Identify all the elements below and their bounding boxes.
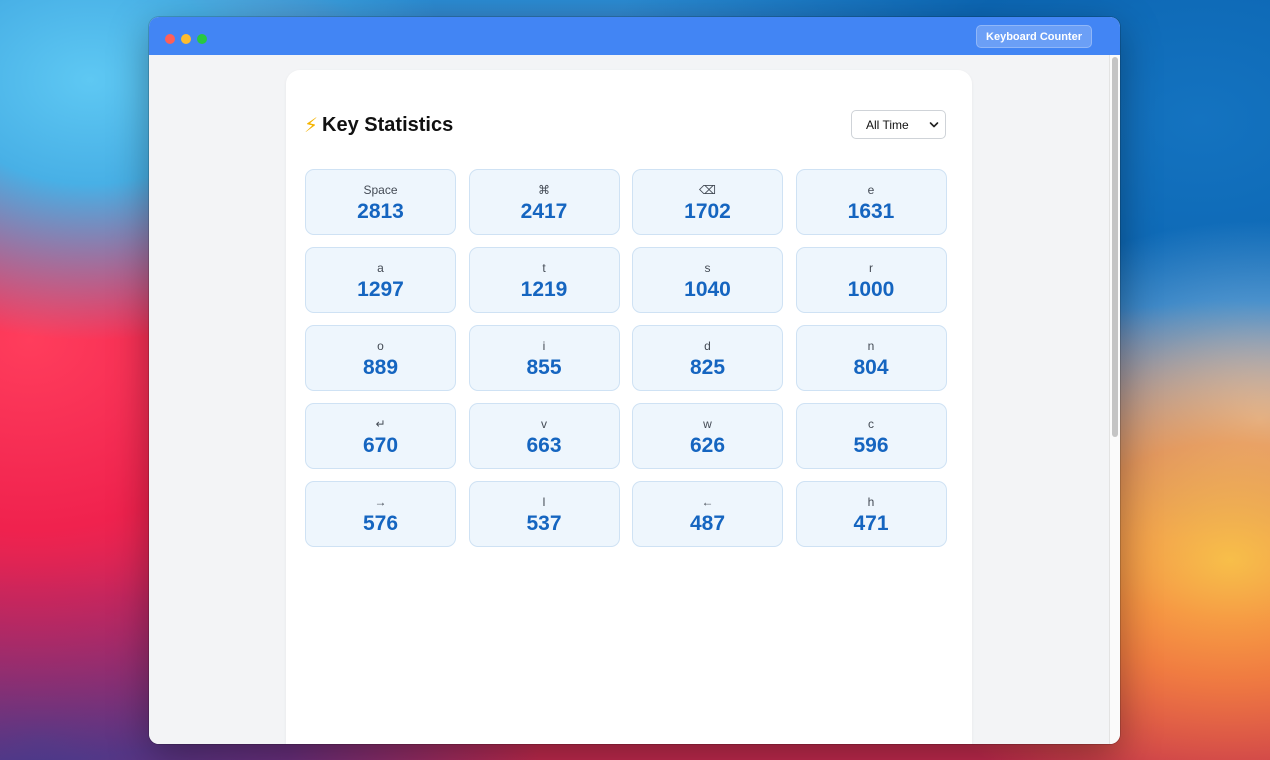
key-label: o — [377, 339, 384, 353]
key-label: t — [542, 261, 546, 275]
key-stat-card: d 825 — [632, 325, 783, 391]
key-count: 825 — [689, 356, 726, 379]
key-label: ↵ — [375, 417, 386, 431]
key-stat-card: l 537 — [468, 481, 620, 547]
key-label: e — [867, 183, 875, 197]
key-stat-card: e 1631 — [795, 169, 947, 235]
key-label: w — [703, 417, 712, 431]
key-stat-card: w 626 — [632, 403, 783, 469]
key-count: 626 — [689, 434, 726, 457]
key-stat-card: v 663 — [468, 403, 620, 469]
key-count: 1297 — [357, 278, 404, 301]
key-count: 2417 — [520, 200, 568, 223]
page-header: ⚡ Key Statistics — [304, 112, 453, 138]
key-label: l — [542, 495, 546, 509]
key-count: 889 — [362, 356, 399, 379]
key-count: 1219 — [520, 278, 568, 301]
key-count: 663 — [526, 434, 562, 457]
key-count: 1702 — [684, 200, 731, 223]
key-count: 596 — [853, 434, 889, 457]
key-stat-card: ← 487 — [632, 481, 783, 547]
content-area: ⚡ Key Statistics All Time Space 2813 ⌘ 241… — [149, 55, 1109, 744]
close-window-button[interactable] — [165, 34, 175, 44]
time-range-selected-value: All Time — [866, 117, 909, 132]
key-count: 670 — [362, 434, 399, 457]
key-label: c — [868, 417, 874, 431]
key-label: a — [377, 261, 384, 275]
scrollbar-thumb[interactable] — [1112, 57, 1118, 437]
key-stat-card: → 576 — [305, 481, 456, 547]
chevron-down-icon — [929, 117, 939, 136]
key-stat-card: a 1297 — [305, 247, 456, 313]
key-label: ← — [701, 495, 714, 509]
key-count: 2813 — [357, 200, 404, 223]
key-stat-card: Space 2813 — [305, 169, 456, 235]
key-count: 471 — [853, 512, 889, 535]
key-stat-card: c 596 — [795, 403, 947, 469]
key-count: 804 — [853, 356, 889, 379]
vertical-scrollbar[interactable] — [1109, 55, 1120, 744]
key-stat-card: r 1000 — [795, 247, 947, 313]
key-stat-card: s 1040 — [632, 247, 783, 313]
key-label: ⌘ — [538, 183, 550, 197]
key-label: d — [704, 339, 711, 353]
key-stat-card: ⌫ 1702 — [632, 169, 783, 235]
key-count: 1000 — [847, 278, 895, 301]
key-stat-card: h 471 — [795, 481, 947, 547]
key-count: 855 — [526, 356, 562, 379]
maximize-window-button[interactable] — [197, 34, 207, 44]
key-label: s — [704, 261, 711, 275]
key-count: 1040 — [684, 278, 731, 301]
statistics-card: ⚡ Key Statistics All Time Space 2813 ⌘ 241… — [286, 70, 972, 744]
key-label: ⌫ — [699, 183, 716, 197]
key-label: n — [867, 339, 875, 353]
key-label: r — [869, 261, 873, 275]
key-count: 576 — [362, 512, 399, 535]
lightning-icon: ⚡ — [304, 114, 319, 137]
key-count: 1631 — [847, 200, 895, 223]
key-stat-card: ⌘ 2417 — [468, 169, 620, 235]
key-count: 487 — [689, 512, 726, 535]
key-label: v — [541, 417, 547, 431]
key-label: → — [374, 495, 387, 509]
page-title: Key Statistics — [322, 113, 454, 136]
key-label: h — [867, 495, 875, 509]
keyboard-counter-button[interactable]: Keyboard Counter — [976, 25, 1092, 48]
title-bar: Keyboard Counter — [149, 17, 1120, 55]
minimize-window-button[interactable] — [181, 34, 191, 44]
key-stat-card: i 855 — [468, 325, 620, 391]
key-stat-card: ↵ 670 — [305, 403, 456, 469]
time-range-select[interactable]: All Time — [851, 110, 946, 139]
key-label: Space — [363, 183, 398, 197]
key-stat-card: o 889 — [305, 325, 456, 391]
key-stat-card: n 804 — [795, 325, 947, 391]
app-window: Keyboard Counter ⚡ Key Statistics All Ti… — [149, 17, 1120, 744]
key-label: i — [542, 339, 546, 353]
key-stats-grid: Space 2813 ⌘ 2417 ⌫ 1702 e 1631 a 1297 t 1219 … — [305, 169, 947, 547]
key-count: 537 — [526, 512, 562, 535]
key-stat-card: t 1219 — [468, 247, 620, 313]
